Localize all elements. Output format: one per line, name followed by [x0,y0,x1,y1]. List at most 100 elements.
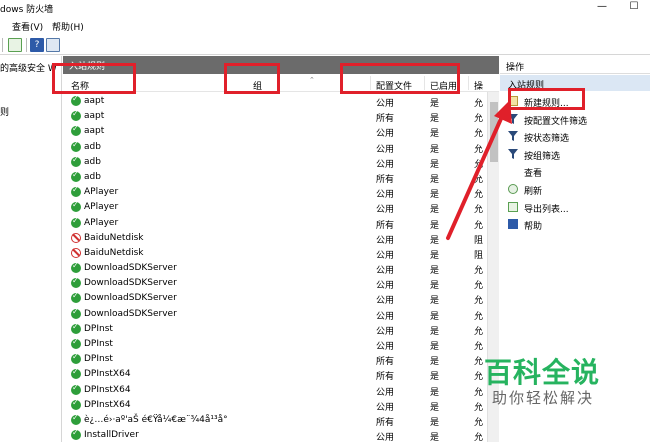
action-item-label: 帮助 [524,222,543,233]
action-item[interactable]: 按配置文件筛选 [500,111,650,127]
allow-check-icon [71,337,81,349]
rule-enabled: 是 [430,296,440,307]
column-separator[interactable] [424,76,425,90]
rule-name: adb [84,156,101,167]
actions-section-inbound[interactable]: 入站规则 [500,75,650,91]
rule-action: 允 [474,159,484,170]
table-row[interactable]: DPInstX64公用是允 [63,383,487,398]
rule-enabled: 是 [430,372,440,383]
table-row[interactable]: è¿…é›·aº'aŠ é€Ÿå¼€æ¨¾4å¹³å°所有是允 [63,413,487,428]
menu-help[interactable]: 帮助(H) [52,20,84,33]
watermark-main: 百科全说 [484,356,601,389]
table-row[interactable]: BaiduNetdisk 公用 是 阻 [63,231,487,246]
rule-profile: 所有 [376,220,395,231]
block-icon [71,247,81,258]
rule-enabled: 是 [430,402,440,413]
action-item[interactable]: 帮助 [500,216,650,232]
table-row[interactable]: DPInst公用是允 [63,322,487,337]
table-row[interactable]: APlayer 所有 是 允 [63,216,487,231]
allow-check-icon [71,276,81,289]
toolbar-separator [26,38,27,52]
rule-enabled: 是 [430,311,440,322]
rule-action: 允 [474,190,484,201]
table-row[interactable]: APlayer 公用 是 允 [63,185,487,200]
rule-action: 允 [474,144,484,155]
table-row[interactable]: APlayer 公用 是 允 [63,200,487,215]
properties-icon[interactable] [46,38,60,52]
sort-caret-icon: ⌃ [309,76,315,84]
export-icon[interactable] [8,38,22,52]
rule-profile: 所有 [376,114,395,125]
maximize-button[interactable]: ☐ [620,0,648,16]
action-item-label: 新建规则... [524,99,569,109]
table-row[interactable]: BaiduNetdisk 公用 是 阻 [63,246,487,261]
action-item[interactable]: 新建规则... [500,93,650,109]
table-row[interactable]: DPInstX64所有是允 [63,367,487,382]
tree-item-inbound-rules[interactable]: 则 [0,105,9,118]
column-separator[interactable] [468,76,469,90]
menu-view[interactable]: 查看(V) [12,20,43,33]
table-row[interactable]: adb 公用 是 允 [63,140,487,155]
allow-check-icon [71,155,81,167]
rule-profile: 公用 [376,250,395,261]
title-bar: dows 防火墙 — ☐ [0,0,650,16]
action-item[interactable]: 按组筛选 [500,146,650,162]
rule-name: InstallDriver [84,430,139,441]
rule-action: 允 [474,220,484,231]
table-row[interactable]: aapt 公用 是 允 [63,94,487,109]
rule-name: DownloadSDKServer [84,278,177,289]
column-header-group[interactable]: 组 [253,79,262,92]
allow-check-icon [71,216,81,228]
allow-check-icon [71,291,81,304]
rule-name: BaiduNetdisk [84,232,144,243]
filter-icon [508,131,518,142]
rule-action: 允 [474,205,484,216]
column-header-profile[interactable]: 配置文件 [376,79,412,92]
allow-check-icon [71,109,81,122]
column-header-name[interactable]: 名称 [71,79,89,92]
action-item[interactable]: 导出列表... [500,199,650,215]
action-item[interactable]: 查看 [500,163,650,179]
action-item[interactable]: 按状态筛选 [500,128,650,144]
action-item[interactable]: 刷新 [500,181,650,197]
minimize-button[interactable]: — [588,0,616,16]
rule-action: 阻 [474,235,484,246]
column-header-action[interactable]: 操 [474,79,483,92]
window-title: dows 防火墙 [0,5,54,15]
table-row[interactable]: DPInst公用是允 [63,337,487,352]
action-item-label: 按配置文件筛选 [524,116,588,127]
rule-profile: 公用 [376,159,395,170]
column-header-enabled[interactable]: 已启用 [430,79,457,92]
rule-profile: 公用 [376,190,395,201]
help-icon[interactable]: ? [30,38,44,52]
allow-check-icon [71,124,81,137]
table-row[interactable]: aapt 公用 是 允 [63,124,487,139]
table-row[interactable]: DownloadSDKServer 公用 是 允 [63,276,487,291]
rule-name: APlayer [84,217,119,228]
rule-name: DPInstX64 [84,384,131,395]
rule-profile: 公用 [376,129,395,140]
allow-check-icon [71,140,81,152]
rule-enabled: 是 [430,144,440,155]
table-row[interactable]: DPInstX64公用是允 [63,398,487,413]
table-row[interactable]: DownloadSDKServer 公用 是 允 [63,261,487,276]
table-row[interactable]: adb 公用 是 允 [63,155,487,170]
action-item-label: 查看 [524,169,543,180]
table-row[interactable]: DPInst所有是允 [63,352,487,367]
table-row[interactable]: DownloadSDKServer 公用 是 允 [63,291,487,306]
scrollbar-thumb[interactable] [490,102,498,162]
rule-action: 允 [474,99,484,109]
rule-name: DPInstX64 [84,399,131,410]
tree-item-root[interactable]: 的高级安全 W [0,61,57,74]
rule-enabled: 是 [430,174,440,185]
table-row[interactable]: aapt 所有 是 允 [63,109,487,124]
table-row[interactable]: InstallDriver 公用 是 允 [63,428,487,442]
column-separator[interactable] [370,76,371,90]
rule-action: 允 [474,129,484,140]
table-row[interactable]: DownloadSDKServer 公用 是 允 [63,307,487,322]
table-row[interactable]: adb 所有 是 允 [63,170,487,185]
rule-action: 允 [474,296,484,307]
rule-name: DownloadSDKServer [84,263,177,274]
rule-profile: 公用 [376,266,395,277]
refresh-icon [508,184,518,194]
